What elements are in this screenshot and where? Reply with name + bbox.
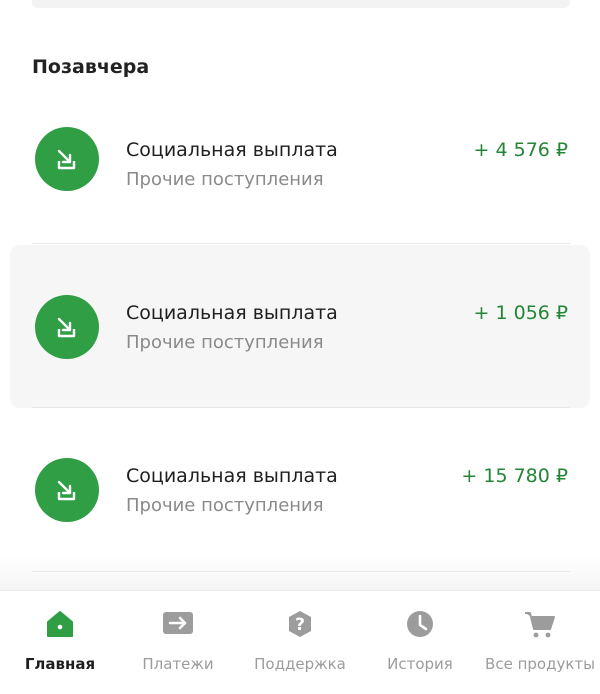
transaction-amount: + 15 780 ₽: [461, 465, 568, 487]
tab-label: История: [387, 655, 453, 673]
tab-all-products[interactable]: Все продукты: [480, 591, 600, 694]
transaction-subtitle: Прочие поступления: [126, 495, 324, 516]
transaction-title: Социальная выплата: [126, 139, 338, 161]
home-icon: [43, 607, 77, 641]
tab-label: Главная: [24, 655, 96, 673]
cart-icon: [523, 607, 557, 641]
svg-text:?: ?: [295, 615, 305, 635]
tab-history[interactable]: История: [360, 591, 480, 694]
tab-label: Поддержка: [254, 655, 346, 673]
transaction-item[interactable]: Социальная выплата Прочие поступления + …: [10, 408, 590, 571]
tab-label: Платежи: [142, 655, 214, 673]
transaction-amount: + 1 056 ₽: [473, 302, 568, 324]
transaction-title: Социальная выплата: [126, 465, 338, 487]
incoming-arrow-icon: [35, 457, 99, 522]
transaction-item[interactable]: Социальная выплата Прочие поступления + …: [10, 77, 590, 240]
transaction-amount: + 4 576 ₽: [473, 139, 568, 161]
transaction-subtitle: Прочие поступления: [126, 169, 324, 190]
tab-support[interactable]: ? Поддержка: [240, 591, 360, 694]
previous-card-edge: [32, 0, 570, 8]
question-icon: ?: [283, 607, 317, 641]
clock-icon: [403, 607, 437, 641]
transaction-item[interactable]: Социальная выплата Прочие поступления + …: [10, 245, 590, 408]
date-section-title: Позавчера: [32, 56, 150, 78]
transaction-subtitle: Прочие поступления: [126, 332, 324, 353]
incoming-arrow-icon: [35, 294, 99, 359]
transaction-title: Социальная выплата: [126, 302, 338, 324]
divider: [32, 243, 570, 244]
tab-label: Все продукты: [485, 655, 595, 673]
tab-home[interactable]: Главная: [0, 591, 120, 694]
transfer-icon: [161, 607, 195, 641]
bottom-tab-bar: Главная Платежи ? Поддержка История Все …: [0, 590, 600, 694]
incoming-arrow-icon: [35, 126, 99, 191]
tab-payments[interactable]: Платежи: [118, 591, 238, 694]
tabbar-shadow: [0, 555, 600, 590]
